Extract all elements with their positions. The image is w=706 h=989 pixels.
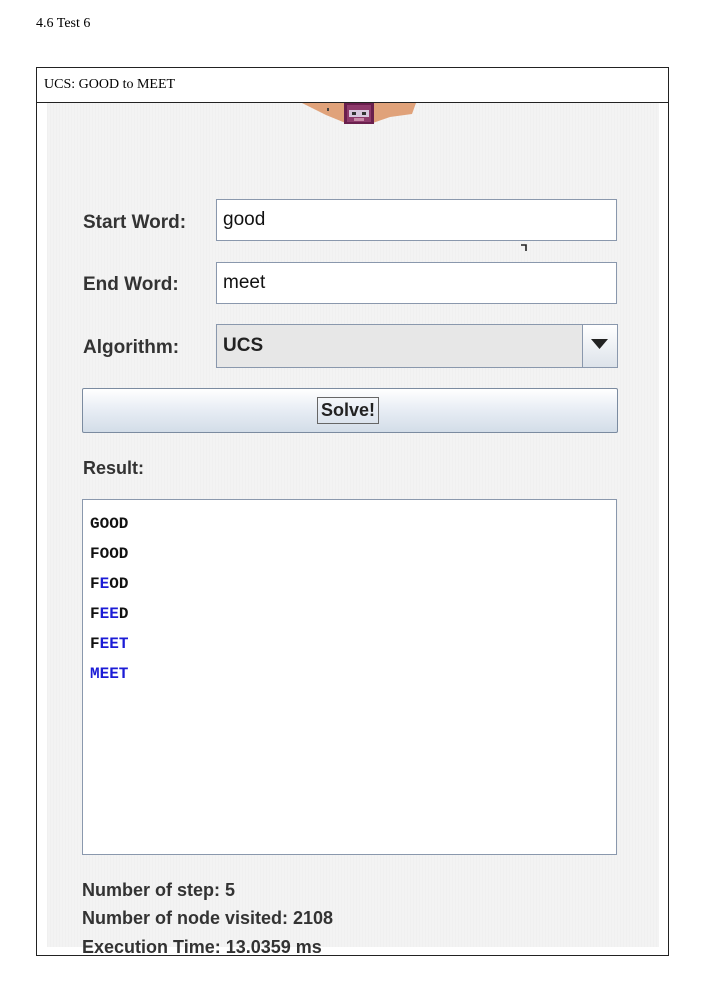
solve-button[interactable]: Solve!	[82, 388, 618, 433]
end-word-input[interactable]	[223, 263, 616, 303]
dropdown-toggle[interactable]	[582, 325, 617, 367]
triangle-down-icon	[591, 339, 608, 349]
result-label: Result:	[83, 458, 145, 478]
unchanged-letters: GOOD	[90, 515, 129, 533]
result-line: FEOD	[90, 574, 616, 604]
result-line: FEET	[90, 634, 616, 664]
solver-panel: Start Word: End Word: Algorithm: UCS Sol…	[47, 103, 659, 957]
start-word-label: Start Word:	[83, 212, 187, 233]
algorithm-selected-value: UCS	[223, 335, 264, 356]
unchanged-letters: OD	[109, 575, 129, 593]
result-line: FOOD	[90, 544, 616, 574]
page-heading: 4.6 Test 6	[36, 16, 91, 31]
result-line: MEET	[90, 664, 616, 694]
changed-letters: E	[99, 575, 110, 593]
mascot-image	[300, 103, 418, 124]
unchanged-letters: FOOD	[90, 545, 129, 563]
steps-count: Number of step: 5	[82, 880, 236, 900]
changed-letters: MEET	[90, 665, 129, 683]
unchanged-letters: F	[90, 575, 100, 593]
end-word-field[interactable]	[216, 262, 617, 304]
execution-time: Execution Time: 13.0359 ms	[82, 937, 322, 957]
end-word-label: End Word:	[83, 274, 179, 295]
start-word-input[interactable]	[223, 200, 616, 240]
cursor-mark	[521, 244, 527, 251]
unchanged-letters: F	[90, 635, 100, 653]
algorithm-label: Algorithm:	[83, 337, 180, 358]
changed-letters: EE	[99, 605, 119, 623]
start-word-field[interactable]	[216, 199, 617, 241]
window-title: UCS: GOOD to MEET	[37, 68, 668, 103]
result-text-area[interactable]: GOOD FOOD FEOD FEED FEET MEET	[82, 499, 617, 855]
solve-button-label: Solve!	[317, 397, 380, 424]
changed-letters: EET	[99, 635, 129, 653]
result-line: FEED	[90, 604, 616, 634]
unchanged-letters: F	[90, 605, 100, 623]
algorithm-select[interactable]: UCS	[216, 324, 618, 368]
nodes-visited: Number of node visited: 2108	[82, 908, 334, 928]
app-window: UCS: GOOD to MEET Start Word: End Word:	[36, 67, 669, 957]
result-line: GOOD	[90, 514, 616, 544]
unchanged-letters: D	[118, 605, 129, 623]
